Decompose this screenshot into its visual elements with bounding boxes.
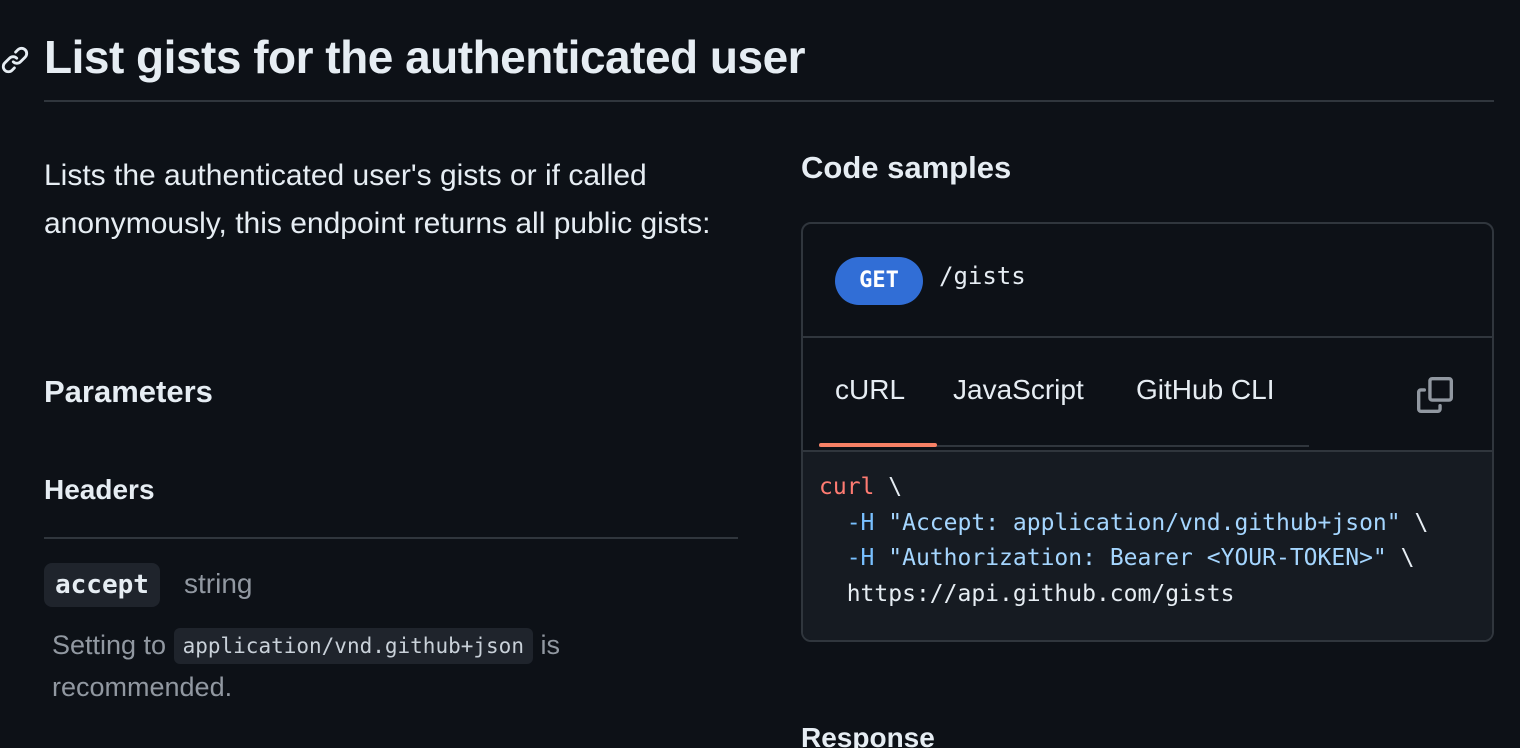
tab-github-cli[interactable]: GitHub CLI — [1136, 374, 1275, 406]
link-icon[interactable] — [0, 44, 30, 76]
code-samples-heading: Code samples — [801, 150, 1012, 185]
page-title: List gists for the authenticated user — [44, 31, 806, 83]
active-tab-indicator — [819, 443, 937, 447]
code-samples-card: GET /gists cURL JavaScript GitHub CLI cu… — [801, 222, 1494, 642]
copy-icon[interactable] — [1417, 377, 1453, 413]
code-block[interactable]: curl \ -H "Accept: application/vnd.githu… — [803, 450, 1492, 640]
param-description: Setting to application/vnd.github+json i… — [52, 624, 712, 708]
tab-curl[interactable]: cURL — [835, 374, 905, 406]
code-line-continuation: \ — [1386, 545, 1415, 571]
code-url: https://api.github.com/gists — [846, 580, 1235, 607]
code-flag: -H — [846, 545, 875, 571]
code-string: "Accept: application/vnd.github+json" — [888, 509, 1401, 536]
endpoint-row: GET /gists — [803, 224, 1492, 338]
tab-javascript[interactable]: JavaScript — [953, 374, 1084, 406]
code-string: "Authorization: Bearer <YOUR-TOKEN>" — [888, 545, 1387, 571]
param-desc-prefix: Setting to — [52, 630, 167, 660]
parameters-heading: Parameters — [44, 374, 213, 409]
code-sample: curl \ -H "Accept: application/vnd.githu… — [819, 470, 1428, 612]
http-method-badge: GET — [835, 257, 923, 305]
endpoint-description: Lists the authenticated user's gists or … — [44, 159, 711, 240]
code-flag: -H — [846, 509, 875, 536]
headers-divider — [44, 537, 738, 539]
code-line-continuation: \ — [874, 474, 903, 500]
endpoint-path: /gists — [939, 262, 1026, 290]
headers-heading: Headers — [44, 474, 155, 505]
param-name-accept: accept — [44, 563, 160, 607]
response-heading: Response — [801, 722, 935, 748]
title-divider — [44, 100, 1494, 102]
param-type: string — [184, 568, 253, 599]
code-command: curl — [819, 474, 875, 500]
param-desc-code: application/vnd.github+json — [173, 628, 533, 664]
code-line-continuation: \ — [1400, 509, 1429, 536]
api-docs-page: List gists for the authenticated user Li… — [0, 0, 1520, 748]
